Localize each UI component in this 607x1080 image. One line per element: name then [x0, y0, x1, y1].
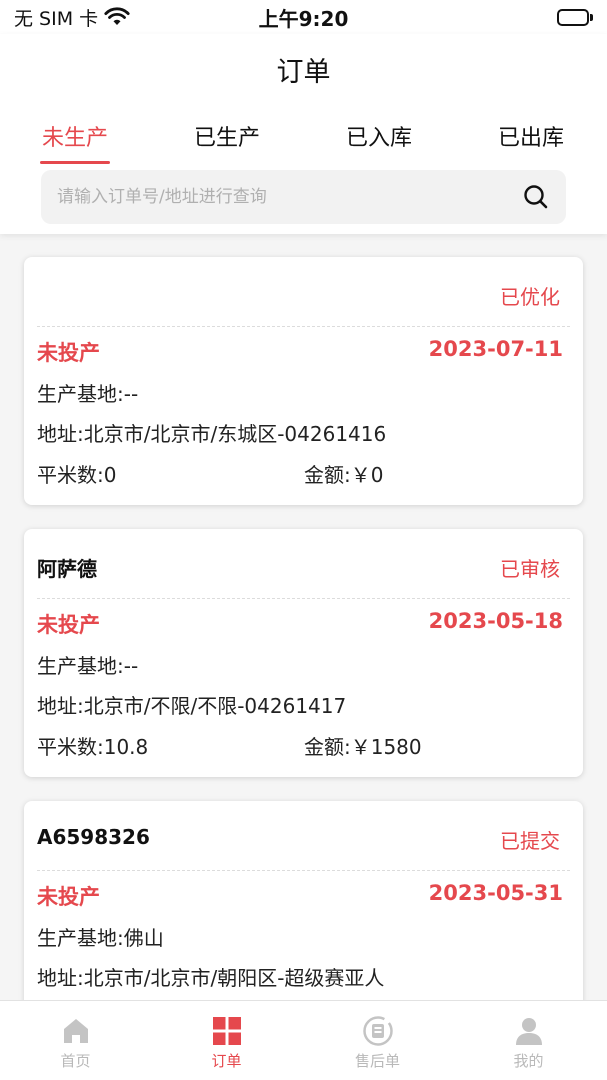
tab-produced[interactable]: 已生产 — [192, 120, 262, 160]
order-card[interactable]: A6598326 已提交 未投产 2023-05-31 生产基地:佛山 地址:北… — [24, 801, 583, 1000]
tabbar-label: 订单 — [211, 1052, 242, 1070]
production-base: 生产基地:-- — [37, 382, 139, 406]
search-input[interactable] — [57, 187, 522, 207]
order-address: 地址:北京市/不限/不限-04261417 — [37, 694, 347, 718]
wifi-icon — [104, 7, 130, 25]
order-date: 2023-07-11 — [428, 337, 563, 361]
tabbar-home[interactable]: 首页 — [0, 1001, 151, 1080]
card-header: A6598326 已提交 — [37, 801, 570, 871]
card-header: 已优化 — [37, 257, 570, 327]
order-card[interactable]: 阿萨德 已审核 未投产 2023-05-18 生产基地:-- 地址:北京市/不限… — [24, 529, 583, 777]
tab-label: 已入库 — [345, 126, 412, 151]
search-icon[interactable] — [522, 183, 550, 211]
tabbar-orders[interactable]: 订单 — [151, 1001, 302, 1080]
battery-icon — [557, 8, 593, 26]
status-left: 无 SIM 卡 — [14, 4, 557, 31]
order-amount: 金额:￥0 — [304, 463, 384, 487]
user-icon — [515, 1018, 542, 1045]
search-box — [41, 170, 566, 224]
order-tabs: 未生产 已生产 已入库 已出库 — [0, 120, 607, 164]
tab-active-indicator — [40, 161, 110, 164]
order-area: 平米数:10.8 — [37, 735, 149, 759]
bottom-tab-bar: 首页 订单 售后单 我的 — [0, 1000, 607, 1080]
order-status: 已审核 — [500, 557, 560, 581]
order-name: 阿萨德 — [37, 557, 97, 581]
order-area: 平米数:0 — [37, 463, 117, 487]
order-name: A6598326 — [37, 825, 150, 849]
tab-in-stock[interactable]: 已入库 — [344, 120, 414, 160]
production-base: 生产基地:-- — [37, 654, 139, 678]
production-status: 未投产 — [37, 341, 100, 365]
order-card[interactable]: 已优化 未投产 2023-07-11 生产基地:-- 地址:北京市/北京市/东城… — [24, 257, 583, 505]
carrier-label: 无 SIM 卡 — [14, 7, 99, 30]
order-date: 2023-05-31 — [428, 881, 563, 905]
tab-shipped[interactable]: 已出库 — [496, 120, 566, 160]
order-status: 已提交 — [500, 829, 560, 853]
tabbar-mine[interactable]: 我的 — [453, 1001, 604, 1080]
home-icon — [63, 1019, 88, 1043]
production-status: 未投产 — [37, 885, 100, 909]
tab-label: 已生产 — [193, 126, 260, 151]
order-address: 地址:北京市/北京市/朝阳区-超级赛亚人 — [37, 966, 385, 990]
tabbar-label: 售后单 — [354, 1052, 400, 1070]
status-right — [557, 8, 593, 26]
tabbar-label: 首页 — [60, 1052, 91, 1070]
card-header: 阿萨德 已审核 — [37, 529, 570, 599]
order-date: 2023-05-18 — [428, 609, 563, 633]
tab-label: 已出库 — [497, 126, 564, 151]
order-amount: 金额:￥1580 — [304, 735, 422, 759]
order-list: 已优化 未投产 2023-07-11 生产基地:-- 地址:北京市/北京市/东城… — [0, 234, 607, 1000]
after-sale-icon — [362, 1016, 393, 1046]
production-status: 未投产 — [37, 613, 100, 637]
order-address: 地址:北京市/北京市/东城区-04261416 — [37, 422, 387, 446]
order-screen: 无 SIM 卡 上午9:20 订单 未生产 已生产 已入库 已出库 请输入订单号… — [0, 0, 607, 1080]
status-bar: 无 SIM 卡 上午9:20 — [0, 0, 607, 34]
production-base: 生产基地:佛山 — [37, 926, 164, 950]
order-grid-icon — [212, 1017, 241, 1045]
order-status: 已优化 — [500, 285, 560, 309]
tabbar-label: 我的 — [513, 1052, 544, 1070]
page-title: 订单 — [276, 57, 331, 88]
tab-unproduced[interactable]: 未生产 — [40, 120, 110, 164]
tabbar-after-sale[interactable]: 售后单 — [302, 1001, 453, 1080]
header: 订单 未生产 已生产 已入库 已出库 — [0, 34, 607, 234]
tab-label: 未生产 — [41, 126, 108, 151]
